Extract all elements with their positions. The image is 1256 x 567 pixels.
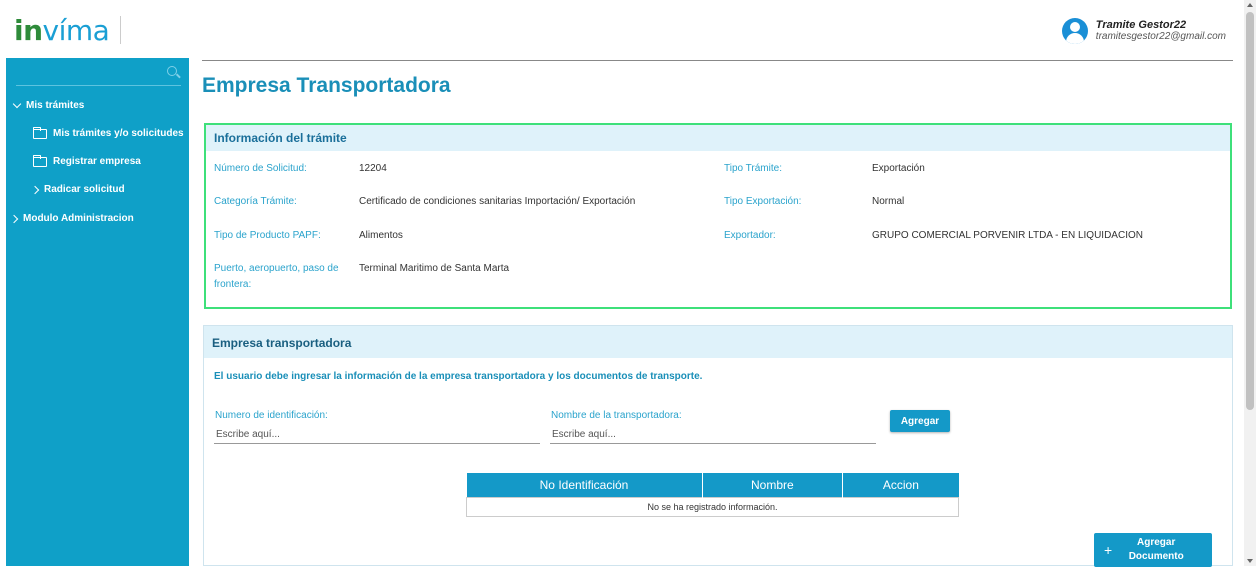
sidebar-search[interactable]: [16, 62, 181, 86]
empty-table-message: No se ha registrado información.: [466, 496, 959, 517]
page-title: Empresa Transportadora: [202, 74, 451, 97]
sidebar-item-label: Mis trámites y/o solicitudes: [53, 128, 184, 139]
col-header-no-identificacion[interactable]: No Identificación: [466, 473, 703, 497]
sidebar: Mis trámites Mis trámites y/o solicitude…: [6, 58, 189, 566]
instructions-text: El usuario debe ingresar la información …: [214, 371, 703, 382]
scroll-up-arrow-icon[interactable]: [1247, 3, 1253, 7]
logo-text-rest: víma: [42, 14, 110, 47]
sidebar-item-radicar-solicitud[interactable]: Radicar solicitud: [30, 184, 125, 195]
user-menu[interactable]: Tramite Gestor22 tramitesgestor22@gmail.…: [1061, 18, 1226, 44]
logo-divider: [120, 16, 121, 44]
col-header-nombre[interactable]: Nombre: [702, 473, 844, 497]
chevron-right-icon: [30, 185, 40, 194]
id-input[interactable]: [214, 426, 540, 444]
user-avatar-icon[interactable]: [1061, 18, 1088, 44]
header-divider: [202, 60, 1233, 61]
sidebar-item-label: Mis trámites: [26, 100, 85, 111]
info-tramite-card: Información del trámite Número de Solici…: [204, 123, 1232, 309]
categoria-tramite-label: Categoría Trámite:: [214, 196, 297, 207]
agregar-documento-button[interactable]: + Agregar Documento: [1094, 533, 1212, 567]
user-name: Tramite Gestor22: [1095, 19, 1187, 31]
page-scrollbar[interactable]: [1244, 0, 1256, 566]
col-header-accion[interactable]: Accion: [842, 473, 959, 497]
folder-icon: [32, 154, 47, 167]
sidebar-item-label: Radicar solicitud: [44, 184, 125, 195]
sidebar-item-registrar-empresa[interactable]: Registrar empresa: [32, 154, 141, 167]
exportador-label: Exportador:: [724, 230, 776, 241]
agregar-documento-line2: Documento: [1128, 551, 1184, 562]
agregar-documento-line1: Agregar: [1137, 537, 1176, 548]
id-label: Numero de identificación:: [215, 410, 328, 421]
folder-icon: [32, 126, 47, 139]
puerto-label-line2: frontera:: [214, 279, 252, 290]
user-email: tramitesgestor22@gmail.com: [1095, 31, 1226, 42]
transport-table: No Identificación Nombre Accion No se ha…: [466, 473, 959, 517]
tipo-tramite-value: Exportación: [872, 163, 925, 174]
scroll-thumb[interactable]: [1246, 12, 1254, 410]
info-card-title: Información del trámite: [206, 125, 1230, 151]
tipo-exportacion-label: Tipo Exportación:: [724, 196, 802, 207]
name-input[interactable]: [550, 426, 876, 444]
puerto-value: Terminal Maritimo de Santa Marta: [359, 263, 510, 274]
tipo-producto-label: Tipo de Producto PAPF:: [214, 230, 321, 241]
sidebar-item-label: Registrar empresa: [53, 156, 141, 167]
sidebar-item-label: Modulo Administracion: [23, 213, 134, 224]
categoria-tramite-value: Certificado de condiciones sanitarias Im…: [359, 196, 636, 207]
agregar-button[interactable]: Agregar: [890, 410, 950, 432]
puerto-label-line1: Puerto, aeropuerto, paso de: [214, 263, 339, 274]
plus-icon: +: [1104, 542, 1113, 558]
logo-text-in: in: [14, 14, 43, 47]
empresa-transportadora-card: Empresa transportadora El usuario debe i…: [203, 325, 1233, 567]
exportador-value: GRUPO COMERCIAL PORVENIR LTDA - EN LIQUI…: [872, 230, 1143, 241]
tipo-tramite-label: Tipo Trámite:: [724, 163, 782, 174]
chevron-right-icon: [9, 214, 19, 223]
sidebar-item-mis-tramites[interactable]: Mis trámites: [12, 99, 85, 111]
transport-card-title: Empresa transportadora: [204, 326, 1232, 358]
chevron-down-icon: [12, 99, 22, 109]
numero-solicitud-value: 12204: [359, 163, 387, 174]
sidebar-item-mis-tramites-solicitudes[interactable]: Mis trámites y/o solicitudes: [32, 126, 184, 139]
name-label: Nombre de la transportadora:: [551, 410, 682, 421]
numero-solicitud-label: Número de Solicitud:: [214, 163, 307, 174]
puerto-label: Puerto, aeropuerto, paso de frontera:: [214, 261, 339, 293]
top-bar: invíma Tramite Gestor22 tramitesgestor22…: [0, 0, 1244, 58]
agregar-documento-label: Agregar Documento: [1126, 536, 1186, 564]
search-icon[interactable]: [167, 66, 177, 76]
tipo-producto-value: Alimentos: [359, 230, 403, 241]
table-row: No se ha registrado información.: [466, 496, 959, 517]
scroll-down-arrow-icon[interactable]: [1247, 559, 1253, 563]
tipo-exportacion-value: Normal: [872, 196, 905, 207]
sidebar-item-modulo-administracion[interactable]: Modulo Administracion: [9, 213, 134, 224]
invima-logo[interactable]: invíma: [14, 14, 110, 47]
